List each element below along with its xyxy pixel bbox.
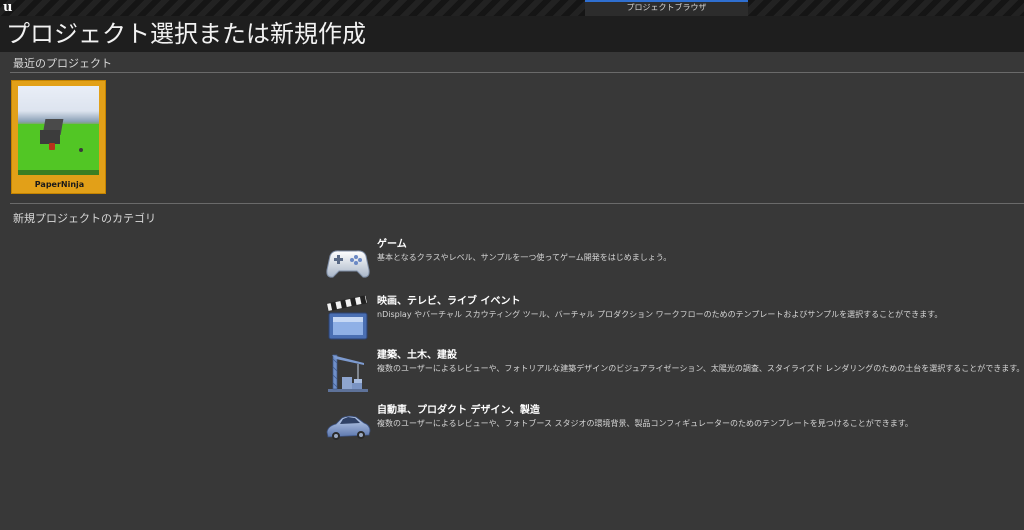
recent-divider [10,72,1024,73]
unreal-logo-icon: u [3,0,13,15]
category-description: nDisplay やバーチャル スカウティング ツール、バーチャル プロダクショ… [377,310,943,319]
page-header: プロジェクト選択または新規作成 [0,16,1024,52]
project-name: PaperNinja [34,180,85,189]
category-description: 基本となるクラスやレベル、サンプルを一つ使ってゲーム開発をはじめましょう。 [377,253,672,262]
clapperboard-icon [326,295,368,340]
gamepad-icon [326,250,370,278]
project-tile-paperninja[interactable]: PaperNinja [11,80,106,194]
category-architecture-engineering-construction[interactable]: 建築、土木、建設 複数のユーザーによるレビューや、フォトリアルな建築デザインのビ… [324,349,1024,399]
category-film-tv-live-events[interactable]: 映画、テレビ、ライブ イベント nDisplay やバーチャル スカウティング … [324,295,1014,345]
window-title: プロジェクトブラウザ [626,3,707,12]
car-icon [326,415,371,440]
category-title: 映画、テレビ、ライブ イベント [377,296,521,307]
category-description: 複数のユーザーによるレビューや、フォトリアルな建築デザインのビジュアライゼーショ… [377,364,1024,373]
category-automotive-product-design-manufacturing[interactable]: 自動車、プロダクト デザイン、製造 複数のユーザーによるレビューや、フォトブース… [324,404,1014,454]
recent-projects-label: 最近のプロジェクト [13,57,112,70]
window-titlebar: u プロジェクトブラウザ [0,0,1024,16]
category-title: 建築、土木、建設 [377,350,457,361]
category-description: 複数のユーザーによるレビューや、フォトブース スタジオの環境背景、製品コンフィギ… [377,419,913,428]
category-title: 自動車、プロダクト デザイン、製造 [377,405,540,416]
new-project-divider [10,203,1024,204]
page-title: プロジェクト選択または新規作成 [6,20,366,48]
category-game[interactable]: ゲーム 基本となるクラスやレベル、サンプルを一つ使ってゲーム開発をはじめましょう… [324,238,1014,288]
project-thumbnail [18,86,99,175]
new-project-categories-label: 新規プロジェクトのカテゴリ [13,212,156,225]
crane-icon [328,354,368,392]
category-title: ゲーム [377,239,407,250]
